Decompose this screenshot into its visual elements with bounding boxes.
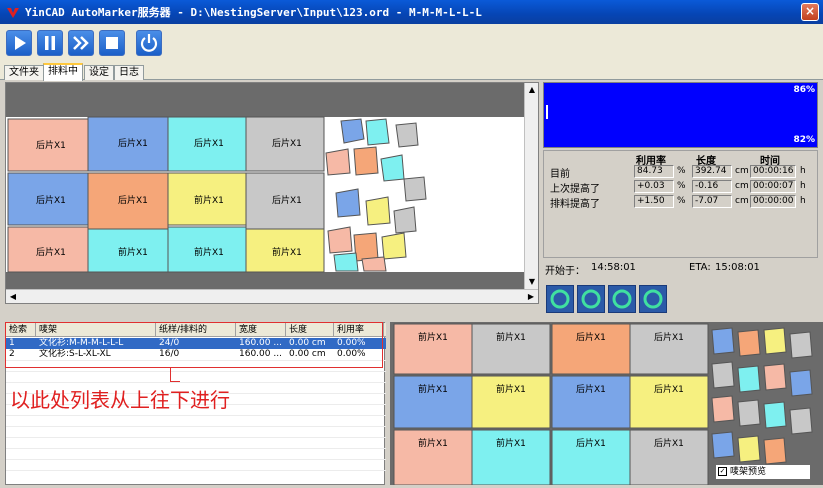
- piece-label: 前片X1: [194, 246, 224, 258]
- marker-canvas[interactable]: 后片X1 后片X1 后片X1 后片X1 后片X1 后片X1 前片X1 后片X1 …: [5, 82, 539, 304]
- piece-label: 前片X1: [272, 246, 302, 258]
- window-title: YinCAD AutoMarker服务器 - D:\NestingServer\…: [25, 6, 482, 19]
- current-label: 目前: [550, 169, 570, 180]
- piece-label: 前片X1: [418, 437, 448, 449]
- scroll-down-icon[interactable]: ▼: [525, 275, 539, 289]
- pause-button[interactable]: [37, 30, 63, 56]
- preview-checkbox-label: 唛架预览: [730, 467, 767, 477]
- utilization-graph: 86% 82%: [543, 82, 818, 148]
- nesting-improve-util: +1.50: [634, 195, 674, 208]
- last-improve-label: 上次提高了: [550, 184, 600, 195]
- power-icon: [140, 34, 158, 52]
- piece-label: 后片X1: [36, 139, 66, 151]
- graph-top-label: 86%: [793, 85, 815, 95]
- piece-label: 后片X1: [118, 194, 148, 206]
- view-button-2[interactable]: [577, 285, 605, 313]
- check-icon[interactable]: ✓: [718, 467, 727, 476]
- fast-forward-button[interactable]: [68, 30, 94, 56]
- piece-label: 前片X1: [118, 246, 148, 258]
- stop-icon: [106, 37, 118, 49]
- tab-nesting[interactable]: 排料中: [43, 63, 83, 81]
- view-button-1[interactable]: [546, 285, 574, 313]
- pause-icon: [45, 36, 55, 50]
- stats-panel: 86% 82% 利用率 长度 时间 目前 84.73 % 392.74 cm 0…: [541, 82, 823, 316]
- view-button-4[interactable]: [639, 285, 667, 313]
- stats-table: 利用率 长度 时间 目前 84.73 % 392.74 cm 00:00:16 …: [543, 150, 818, 258]
- preview-layout: 前片X1 前片X1 后片X1 后片X1 前片X1 前片X1 后片X1 后片X1 …: [393, 323, 813, 486]
- toolbar: [0, 24, 823, 62]
- start-label: 开始于：: [545, 266, 585, 277]
- nesting-improve-label: 排料提高了: [550, 199, 600, 210]
- annotation-box: [5, 322, 383, 368]
- tab-folder[interactable]: 文件夹: [4, 65, 44, 80]
- annotation-text: 以此处列表从上往下进行: [10, 388, 230, 412]
- preview-checkbox[interactable]: ✓ 唛架预览: [716, 465, 810, 479]
- graph-bottom-label: 82%: [793, 135, 815, 145]
- piece-label: 后片X1: [654, 437, 684, 449]
- piece-label: 前片X1: [418, 331, 448, 343]
- status-row: 开始于： 14:58:01 ETA: 15:08:01: [543, 262, 818, 277]
- piece-label: 前片X1: [496, 331, 526, 343]
- scroll-left-icon[interactable]: ◀: [6, 290, 20, 304]
- stop-button[interactable]: [99, 30, 125, 56]
- annotation-pointer: [170, 368, 180, 382]
- tab-strip: 文件夹 排料中 设定 日志: [0, 62, 823, 81]
- piece-label: 后片X1: [654, 383, 684, 395]
- power-button[interactable]: [136, 30, 162, 56]
- marker-layout: 后片X1 后片X1 后片X1 后片X1 后片X1 后片X1 前片X1 后片X1 …: [6, 83, 526, 289]
- play-button[interactable]: [6, 30, 32, 56]
- marker-preview[interactable]: 前片X1 前片X1 后片X1 后片X1 前片X1 前片X1 后片X1 后片X1 …: [390, 322, 823, 486]
- last-improve-length: -0.16: [692, 180, 732, 193]
- ring-icon: [581, 289, 601, 309]
- scroll-up-icon[interactable]: ▲: [525, 83, 539, 97]
- piece-label: 后片X1: [576, 331, 606, 343]
- current-length: 392.74: [692, 165, 732, 178]
- piece-label: 后片X1: [576, 383, 606, 395]
- piece-label: 前片X1: [194, 194, 224, 206]
- view-button-3[interactable]: [608, 285, 636, 313]
- piece-label: 后片X1: [118, 137, 148, 149]
- piece-label: 后片X1: [36, 194, 66, 206]
- graph-trace: [546, 105, 548, 119]
- marker-vertical-scrollbar[interactable]: ▲ ▼: [524, 83, 538, 289]
- current-util: 84.73: [634, 165, 674, 178]
- current-time: 00:00:16: [750, 165, 796, 178]
- ring-icon: [550, 289, 570, 309]
- piece-label: 前片X1: [496, 437, 526, 449]
- piece-label: 后片X1: [576, 437, 606, 449]
- last-improve-time: 00:00:07: [750, 180, 796, 193]
- piece-label: 后片X1: [194, 137, 224, 149]
- close-button[interactable]: ×: [801, 3, 819, 21]
- ring-icon: [643, 289, 663, 309]
- scroll-right-icon[interactable]: ▶: [524, 290, 538, 304]
- fast-forward-icon: [73, 36, 89, 50]
- piece-label: 后片X1: [272, 194, 302, 206]
- nesting-improve-length: -7.07: [692, 195, 732, 208]
- last-improve-util: +0.03: [634, 180, 674, 193]
- piece-label: 后片X1: [36, 246, 66, 258]
- start-time: 14:58:01: [591, 262, 636, 273]
- piece-label: 前片X1: [418, 383, 448, 395]
- piece-label: 前片X1: [496, 383, 526, 395]
- tab-settings[interactable]: 设定: [84, 65, 114, 80]
- eta-time: 15:08:01: [715, 262, 760, 273]
- play-icon: [15, 36, 26, 50]
- nesting-improve-time: 00:00:00: [750, 195, 796, 208]
- piece-label: 后片X1: [654, 331, 684, 343]
- tab-log[interactable]: 日志: [114, 65, 144, 80]
- app-logo-icon: [7, 8, 19, 18]
- marker-horizontal-scrollbar[interactable]: ◀ ▶: [6, 289, 538, 303]
- eta-label: ETA:: [689, 262, 711, 273]
- title-bar: YinCAD AutoMarker服务器 - D:\NestingServer\…: [0, 0, 823, 24]
- piece-label: 后片X1: [272, 137, 302, 149]
- ring-icon: [612, 289, 632, 309]
